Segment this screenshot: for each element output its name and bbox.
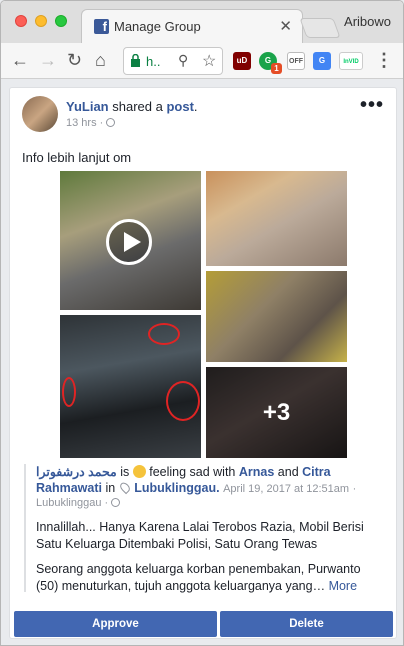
location-pin-icon <box>117 480 132 495</box>
page-content: YuLian shared a post. 13 hrs · ••• Info … <box>1 79 403 645</box>
shared-author[interactable]: محمد درشفوترا <box>36 465 117 479</box>
back-icon[interactable]: ← <box>11 50 29 70</box>
author-name[interactable]: YuLian <box>66 99 109 114</box>
bookmark-star-icon[interactable]: ☆ <box>202 51 216 71</box>
photo-thumbnail[interactable]: +3 <box>206 367 347 458</box>
action-prefix: shared a <box>112 99 163 114</box>
browser-tab[interactable]: f Manage Group ✕ <box>81 9 303 43</box>
post-header: YuLian shared a post. <box>66 99 198 114</box>
shared-location-sub: Lubuklinggau · <box>36 497 386 509</box>
title-bar: f Manage Group ✕ Aribowo <box>1 1 403 43</box>
post-meta: 13 hrs · <box>66 117 116 129</box>
forward-icon[interactable]: → <box>39 50 57 70</box>
shared-post: محمد درشفوترا is feeling sad with Arnas … <box>24 464 386 593</box>
reload-icon[interactable]: ↻ <box>67 50 82 70</box>
off-icon[interactable]: OFF <box>287 52 305 70</box>
minimize-window-button[interactable] <box>35 15 47 27</box>
close-window-button[interactable] <box>15 15 27 27</box>
annotation-circle <box>166 381 200 421</box>
shared-location[interactable]: Lubuklinggau. <box>134 481 219 495</box>
sad-emoji-icon <box>132 465 146 478</box>
photo-thumbnail[interactable] <box>206 171 347 266</box>
shared-post-header: محمد درشفوترا is feeling sad with Arnas … <box>36 465 357 495</box>
address-bar[interactable]: h.. ⚲ ☆ <box>123 47 223 75</box>
shared-headline: Innalillah... Hanya Karena Lalai Terobos… <box>36 520 364 551</box>
zoom-icon[interactable]: ⚲ <box>178 52 188 69</box>
globe-icon <box>111 498 121 507</box>
approve-button[interactable]: Approve <box>14 611 217 637</box>
ublock-icon[interactable]: uD <box>233 52 251 70</box>
translate-icon[interactable]: G <box>313 52 331 70</box>
post-text: Info lebih lanjut om <box>22 150 132 165</box>
profile-name[interactable]: Aribowo <box>344 14 391 29</box>
new-tab-button[interactable] <box>299 18 341 38</box>
extension-badge: 1 <box>271 63 282 74</box>
browser-window: f Manage Group ✕ Aribowo ← → ↻ ⌂ h.. ⚲ ☆… <box>0 0 404 646</box>
more-options-icon[interactable]: ••• <box>360 94 384 117</box>
post-card: YuLian shared a post. 13 hrs · ••• Info … <box>9 87 397 639</box>
browser-toolbar: ← → ↻ ⌂ h.. ⚲ ☆ uD G 1 OFF G InVID ⋮ <box>1 43 403 79</box>
tab-close-icon[interactable]: ✕ <box>279 17 292 35</box>
url-text: h.. <box>146 54 161 69</box>
browser-menu-icon[interactable]: ⋮ <box>375 50 393 71</box>
tagged-user[interactable]: Arnas <box>239 465 274 479</box>
delete-button[interactable]: Delete <box>220 611 393 637</box>
globe-icon <box>106 118 116 127</box>
shared-date[interactable]: April 19, 2017 at 12:51am <box>223 483 349 495</box>
photo-thumbnail[interactable] <box>206 271 347 362</box>
avatar[interactable] <box>22 96 58 132</box>
play-icon[interactable] <box>106 219 152 265</box>
video-thumbnail[interactable] <box>60 171 201 310</box>
invid-icon[interactable]: InVID <box>339 52 363 70</box>
more-photos-count[interactable]: +3 <box>206 399 347 427</box>
home-icon[interactable]: ⌂ <box>95 50 106 70</box>
shared-body: Seorang anggota keluarga korban penembak… <box>36 562 361 593</box>
see-more-link[interactable]: More <box>329 579 357 593</box>
lock-icon <box>131 54 140 67</box>
maximize-window-button[interactable] <box>55 15 67 27</box>
annotation-circle <box>62 377 76 407</box>
facebook-favicon-icon: f <box>94 19 109 34</box>
post-link[interactable]: post <box>166 99 193 114</box>
post-time[interactable]: 13 hrs <box>66 117 97 129</box>
annotation-circle <box>148 323 180 345</box>
tab-title: Manage Group <box>114 19 201 34</box>
photo-thumbnail[interactable] <box>60 315 201 458</box>
